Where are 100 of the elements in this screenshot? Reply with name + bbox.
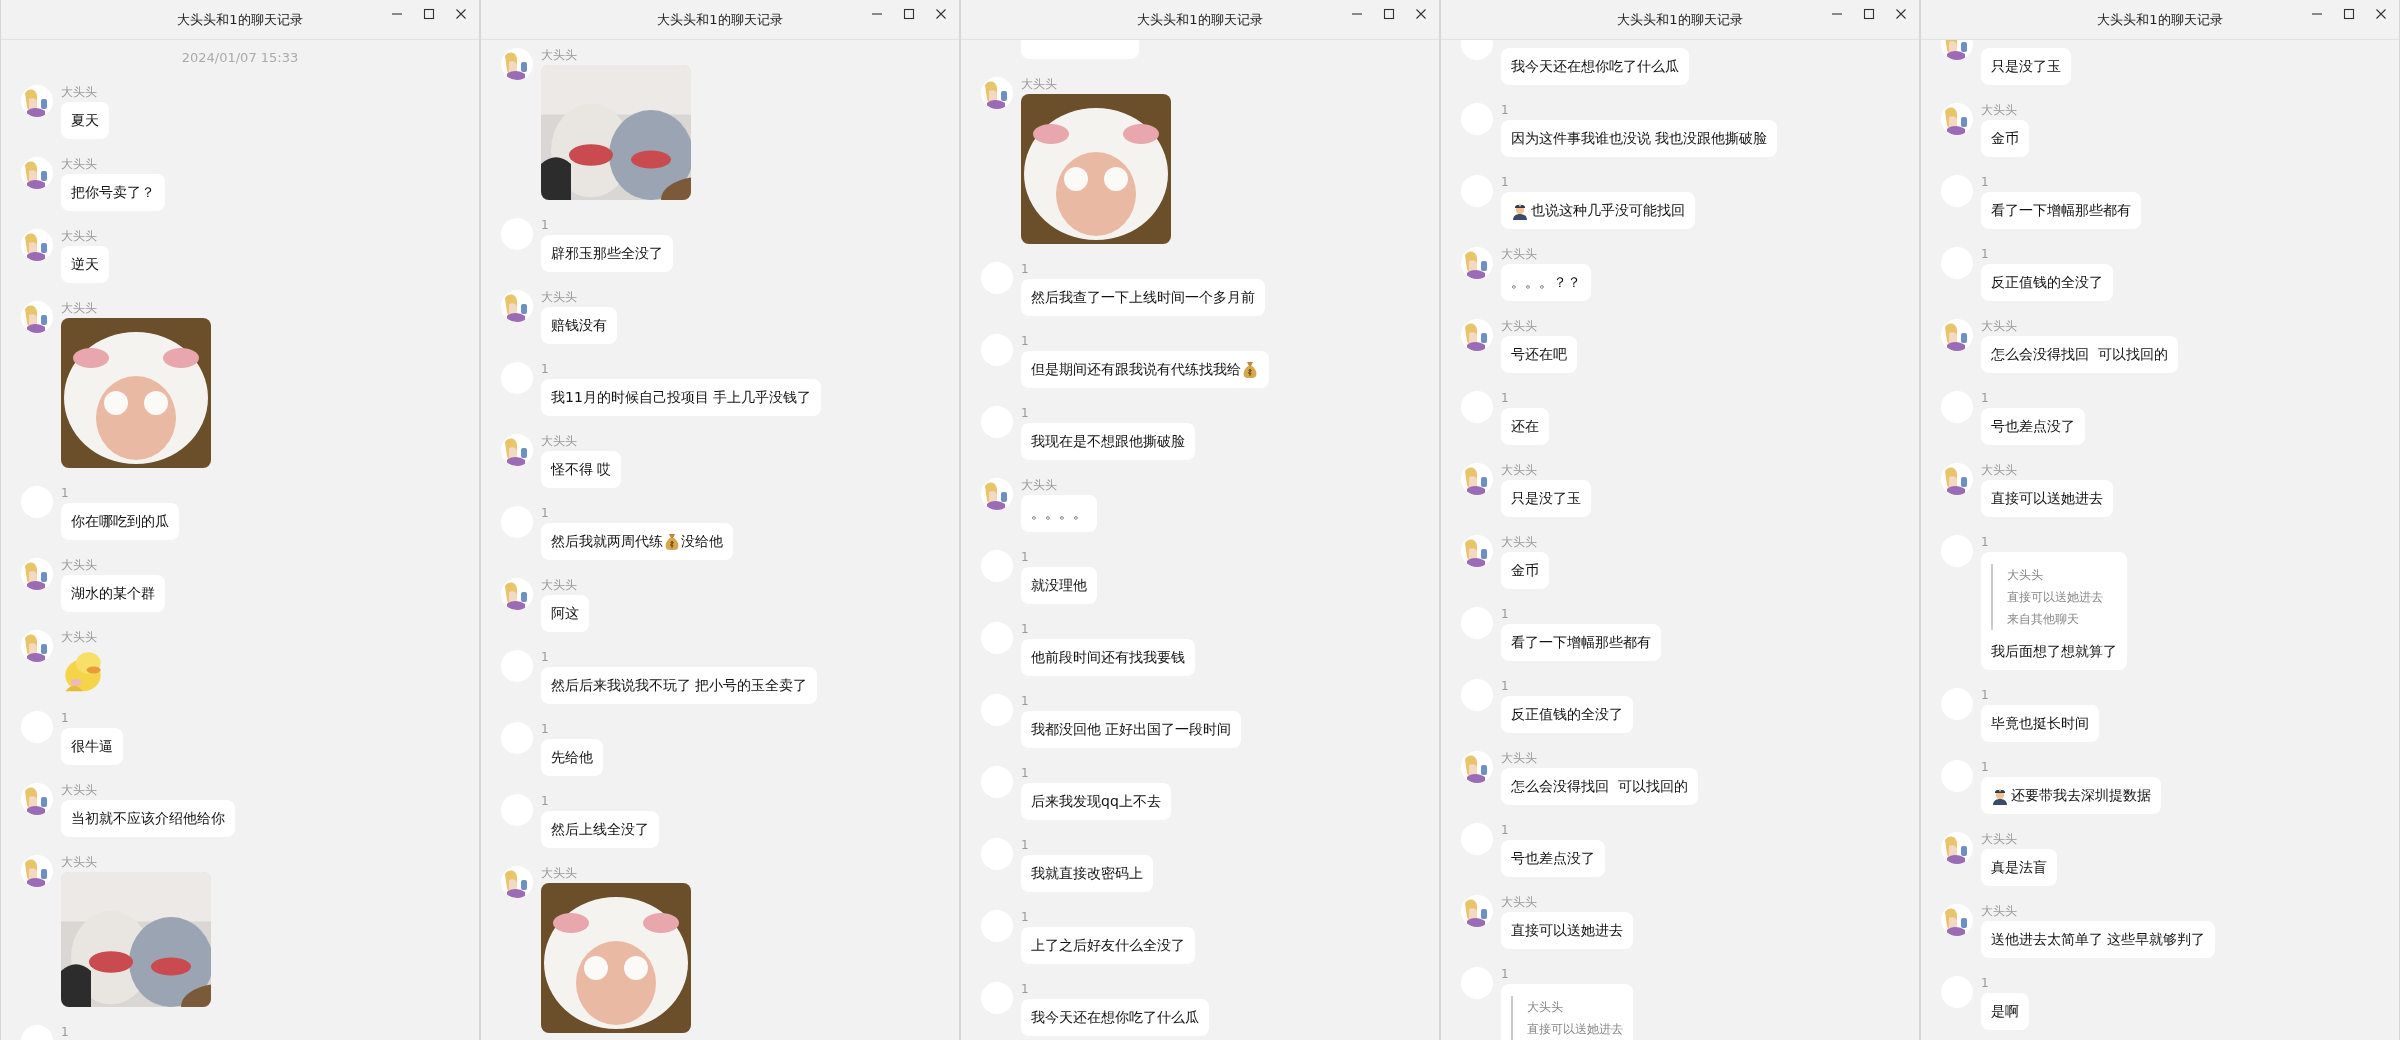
message-bubble: 先给他: [541, 739, 603, 776]
avatar[interactable]: [1941, 463, 1973, 495]
message-bubble: 我现在是不想跟他撕破脸: [1021, 423, 1195, 460]
message-bubble: 我今天还在想你吃了什么瓜: [1021, 999, 1209, 1036]
quoted-sender: 大头头: [1527, 999, 1564, 1016]
sender-name: 1: [541, 650, 549, 664]
message-bubble: 只是没了玉: [1981, 48, 2071, 85]
sender-name: 1: [1021, 910, 1029, 924]
avatar[interactable]: [501, 48, 533, 80]
sender-name: 1: [61, 486, 69, 500]
sender-name: 1: [541, 362, 549, 376]
avatar[interactable]: [21, 855, 53, 887]
window-title: 大头头和1的聊天记录: [657, 10, 783, 29]
message-bubble: 很牛逼: [61, 728, 123, 765]
message-bubble: 还在: [1501, 408, 1549, 445]
avatar[interactable]: [21, 85, 53, 117]
sender-name: 1: [1981, 688, 1989, 702]
sender-name: 1: [541, 722, 549, 736]
avatar[interactable]: [1461, 895, 1493, 927]
sender-name: 大头头: [61, 85, 97, 99]
sender-name: 大头头: [541, 290, 577, 304]
sender-name: 大头头: [1021, 478, 1057, 492]
avatar[interactable]: [1461, 535, 1493, 567]
close-icon: [1415, 8, 1427, 20]
sender-name: 大头头: [1501, 751, 1537, 765]
message-bubble: 还要带我去深圳提数据: [1981, 777, 2161, 814]
sender-name: 1: [541, 794, 549, 808]
avatar[interactable]: [21, 558, 53, 590]
message-bubble: 反正值钱的全没了: [1501, 696, 1633, 733]
sender-name: 大头头: [1981, 103, 2017, 117]
sender-name: 大头头: [1981, 319, 2017, 333]
avatar[interactable]: [21, 783, 53, 815]
message-bubble: 号也差点没了: [1981, 408, 2085, 445]
message-bubble: 当初就不应该介绍他给你: [61, 800, 235, 837]
message-bubble: 真是法盲: [1981, 849, 2057, 886]
window-title: 大头头和1的聊天记录: [177, 10, 303, 29]
sender-name: 1: [1501, 607, 1509, 621]
sender-name: 1: [541, 506, 549, 520]
message-bubble: 号还在吧: [1501, 336, 1577, 373]
sender-name: 1: [1021, 550, 1029, 564]
avatar[interactable]: [1461, 463, 1493, 495]
avatar[interactable]: [501, 866, 533, 898]
window-title: 大头头和1的聊天记录: [1137, 10, 1263, 29]
message-text: 我后面想了想就算了: [1991, 642, 2117, 661]
sender-name: 大头头: [1501, 319, 1537, 333]
message-bubble: 夏天: [61, 102, 109, 139]
avatar[interactable]: [1941, 832, 1973, 864]
avatar[interactable]: [21, 630, 53, 662]
avatar[interactable]: [1461, 247, 1493, 279]
message-bubble: 也说这种几乎没可能找回: [1501, 192, 1695, 229]
sender-name: 1: [61, 711, 69, 725]
message-bubble: 我就直接改密码上: [1021, 855, 1153, 892]
sender-name: 1: [1501, 175, 1509, 189]
avatar[interactable]: [501, 434, 533, 466]
message-bubble: 送他进去太简单了 这些早就够判了: [1981, 921, 2216, 958]
message-bubble: 他前段时间还有找我要钱: [1021, 639, 1195, 676]
message-bubble: 怎么会没得找回 可以找回的: [1981, 336, 2178, 373]
avatar[interactable]: [1461, 319, 1493, 351]
avatar[interactable]: [501, 290, 533, 322]
message-bubble: 阿这: [541, 595, 589, 632]
sender-name: 1: [1981, 976, 1989, 990]
sender-name: 1: [1021, 694, 1029, 708]
message-bubble: 直接可以送她进去: [1501, 912, 1633, 949]
avatar[interactable]: [501, 578, 533, 610]
sender-name: 1: [1021, 406, 1029, 420]
sender-name: 1: [1501, 103, 1509, 117]
quoted-sender: 大头头: [2007, 567, 2044, 584]
avatar[interactable]: [981, 478, 1013, 510]
money-bag-icon: [664, 532, 680, 551]
avatar[interactable]: [21, 157, 53, 189]
avatar[interactable]: [1461, 751, 1493, 783]
avatar[interactable]: [1941, 319, 1973, 351]
message-bubble: 逆天: [61, 246, 109, 283]
sender-name: 大头头: [1501, 463, 1537, 477]
sender-name: 大头头: [541, 578, 577, 592]
sender-name: 1: [1021, 982, 1029, 996]
close-icon: [455, 8, 467, 20]
message-bubble: 辟邪玉那些全没了: [541, 235, 673, 272]
quoted-text: 直接可以送她进去: [2007, 589, 2103, 606]
avatar[interactable]: [21, 301, 53, 333]
sender-name: 大头头: [541, 48, 577, 62]
message-bubble: 因为这件事我谁也没说 我也没跟他撕破脸: [1501, 120, 1778, 157]
message-bubble: 你在哪吃到的瓜: [61, 503, 179, 540]
sender-name: 大头头: [61, 157, 97, 171]
close-icon: [935, 8, 947, 20]
sender-name: 1: [1981, 247, 1989, 261]
sender-name: 1: [1981, 391, 1989, 405]
message-bubble: 后来我发现qq上不去: [1021, 783, 1171, 820]
sender-name: 1: [1021, 622, 1029, 636]
message-bubble: 怎么会没得找回 可以找回的: [1501, 768, 1698, 805]
avatar[interactable]: [1941, 103, 1973, 135]
sender-name: 1: [1021, 334, 1029, 348]
message-bubble: 但是期间还有跟我说有代练找我给: [1021, 351, 1269, 388]
avatar[interactable]: [981, 77, 1013, 109]
message-bubble: 把你号卖了？: [61, 174, 165, 211]
avatar[interactable]: [21, 229, 53, 261]
message-bubble: 毕竟也挺长时间: [1981, 705, 2099, 742]
sender-name: 1: [1501, 391, 1509, 405]
sender-name: 大头头: [541, 434, 577, 448]
avatar[interactable]: [1941, 904, 1973, 936]
